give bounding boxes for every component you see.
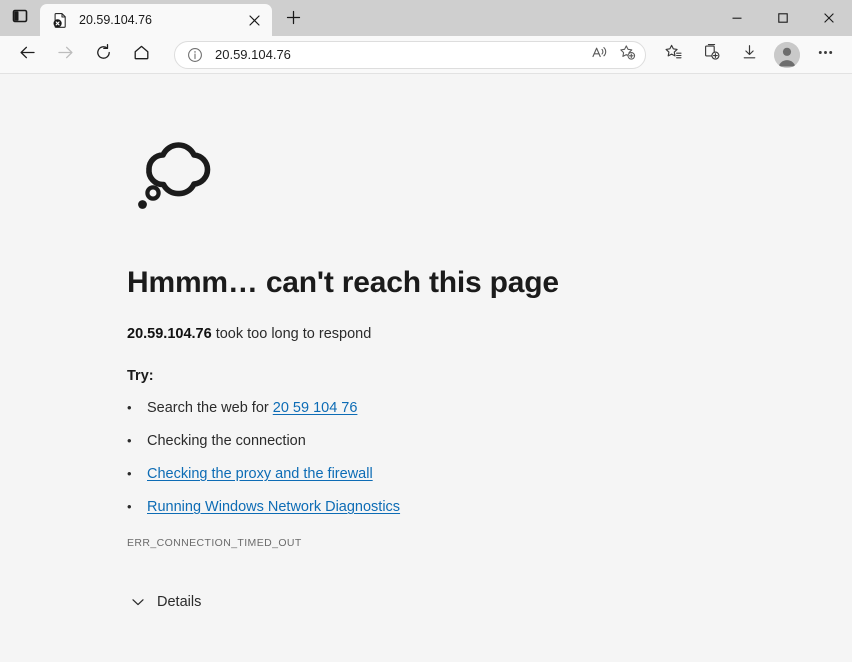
home-button[interactable] <box>124 40 158 70</box>
list-item: • Checking the connection <box>127 433 852 449</box>
chevron-down-icon <box>127 594 149 610</box>
list-item: • Search the web for 20 59 104 76 <box>127 400 852 416</box>
tab-title: 20.59.104.76 <box>79 13 242 27</box>
home-icon <box>132 43 151 67</box>
list-item-text: Checking the connection <box>147 433 306 449</box>
bullet-icon: • <box>127 467 147 480</box>
address-bar[interactable]: 20.59.104.76 <box>174 41 646 69</box>
try-list: • Search the web for 20 59 104 76 • Chec… <box>127 400 852 515</box>
profile-button[interactable] <box>770 40 804 70</box>
error-page: Hmmm… can't reach this page 20.59.104.76… <box>0 74 852 660</box>
site-info-icon[interactable] <box>185 45 205 65</box>
read-aloud-icon <box>591 44 608 66</box>
close-window-button[interactable] <box>806 0 852 36</box>
downloads-icon <box>740 43 759 67</box>
tab-actions-button[interactable] <box>0 0 40 36</box>
window-controls <box>714 0 852 36</box>
list-item-text: Search the web for 20 59 104 76 <box>147 400 357 416</box>
page-title: Hmmm… can't reach this page <box>127 266 852 300</box>
refresh-button[interactable] <box>86 40 120 70</box>
error-summary-host: 20.59.104.76 <box>127 326 212 342</box>
back-arrow-icon <box>18 43 37 67</box>
network-diagnostics-link[interactable]: Running Windows Network Diagnostics <box>147 499 400 515</box>
list-item: • Checking the proxy and the firewall <box>127 466 852 482</box>
back-button[interactable] <box>10 40 44 70</box>
settings-more-icon <box>816 43 835 67</box>
toolbar-right-group <box>654 40 844 70</box>
check-proxy-firewall-link[interactable]: Checking the proxy and the firewall <box>147 466 373 482</box>
details-label: Details <box>157 594 201 610</box>
refresh-icon <box>94 43 113 67</box>
settings-and-more-button[interactable] <box>808 40 842 70</box>
title-bar: 20.59.104.76 <box>0 0 852 36</box>
new-tab-button[interactable] <box>274 4 312 36</box>
maximize-button[interactable] <box>760 0 806 36</box>
list-item: • Running Windows Network Diagnostics <box>127 499 852 515</box>
error-summary: 20.59.104.76 took too long to respond <box>127 326 852 342</box>
try-label: Try: <box>127 368 852 384</box>
error-code: ERR_CONNECTION_TIMED_OUT <box>127 537 852 549</box>
add-favorite-button[interactable] <box>613 43 641 67</box>
collections-icon <box>702 43 721 67</box>
bullet-icon: • <box>127 401 147 414</box>
favorites-button[interactable] <box>656 40 690 70</box>
address-bar-text[interactable]: 20.59.104.76 <box>215 47 585 62</box>
browser-toolbar: 20.59.104.76 <box>0 36 852 74</box>
tab-close-button[interactable] <box>242 8 266 32</box>
forward-arrow-icon <box>56 43 75 67</box>
search-the-web-link[interactable]: 20 59 104 76 <box>273 400 358 416</box>
page-error-icon <box>51 11 69 29</box>
error-summary-text: took too long to respond <box>212 326 372 342</box>
details-expander[interactable]: Details <box>127 594 257 610</box>
bullet-icon: • <box>127 434 147 447</box>
split-screen-icon <box>12 8 28 29</box>
bullet-icon: • <box>127 500 147 513</box>
favorites-icon <box>664 43 683 67</box>
minimize-button[interactable] <box>714 0 760 36</box>
read-aloud-button[interactable] <box>585 43 613 67</box>
list-item-prefix: Search the web for <box>147 400 273 416</box>
browser-tab[interactable]: 20.59.104.76 <box>40 4 272 36</box>
plus-icon <box>286 10 301 30</box>
collections-button[interactable] <box>694 40 728 70</box>
profile-avatar-icon <box>774 42 800 68</box>
forward-button <box>48 40 82 70</box>
downloads-button[interactable] <box>732 40 766 70</box>
thought-cloud-icon <box>127 130 237 220</box>
add-favorite-star-icon <box>619 44 636 66</box>
